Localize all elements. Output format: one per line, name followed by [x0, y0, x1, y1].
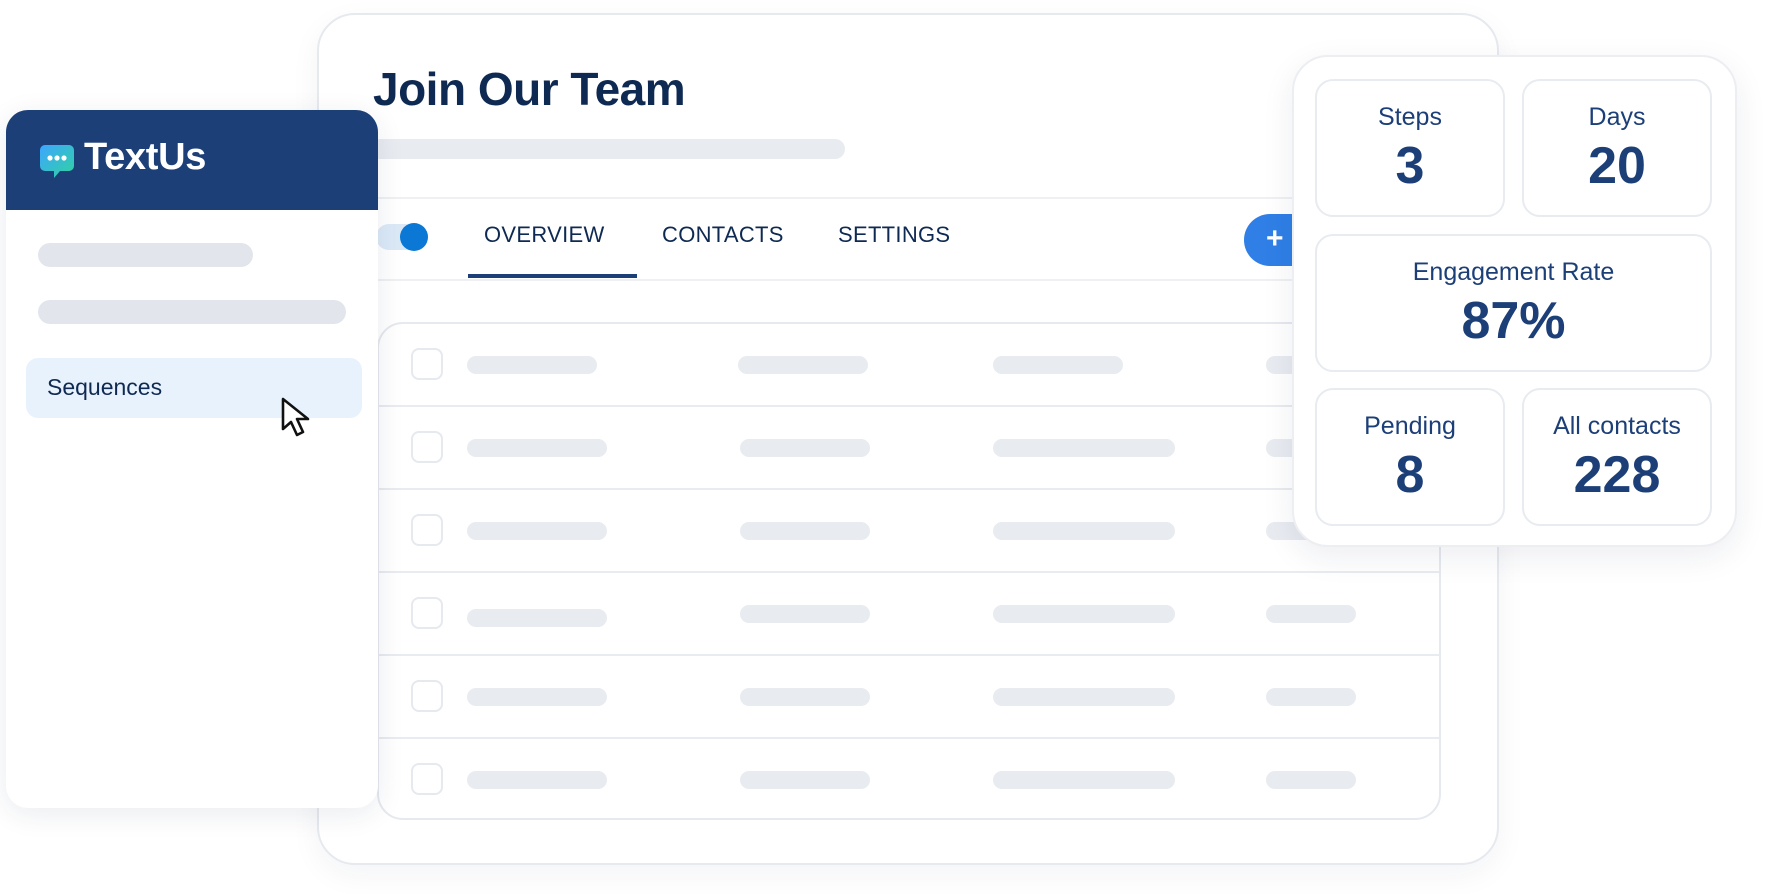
toggle-knob — [400, 223, 428, 251]
row-checkbox[interactable] — [411, 348, 443, 380]
cell-placeholder — [1266, 605, 1356, 623]
row-checkbox[interactable] — [411, 431, 443, 463]
cell-placeholder — [993, 522, 1175, 540]
stat-days: Days 20 — [1522, 79, 1712, 217]
sidebar-item-label: Sequences — [47, 374, 163, 400]
stat-label: Steps — [1378, 103, 1442, 131]
stat-label: Days — [1588, 103, 1646, 131]
cell-placeholder — [1266, 771, 1356, 789]
cell-placeholder — [467, 439, 607, 457]
cell-placeholder — [1266, 688, 1356, 706]
stat-value: 228 — [1573, 446, 1661, 504]
stats-panel: Steps 3 Days 20 Engagement Rate 87% Pend… — [1292, 55, 1737, 547]
table-row[interactable] — [379, 407, 1439, 490]
table-row[interactable] — [379, 739, 1439, 818]
tabs-divider — [377, 279, 1297, 281]
contacts-table — [377, 322, 1441, 820]
chat-bubble-icon — [40, 145, 74, 178]
stat-pending: Pending 8 — [1315, 388, 1505, 526]
stat-label: Engagement Rate — [1412, 258, 1615, 286]
stat-value: 8 — [1395, 446, 1425, 504]
mouse-pointer-icon — [281, 397, 310, 437]
cell-placeholder — [993, 356, 1123, 374]
tab-settings[interactable]: SETTINGS — [838, 222, 950, 248]
cell-placeholder — [740, 605, 870, 623]
nav-placeholder — [38, 300, 346, 324]
nav-placeholder — [38, 243, 253, 267]
table-row[interactable] — [379, 656, 1439, 739]
page-title: Join Our Team — [373, 63, 686, 115]
cell-placeholder — [740, 771, 870, 789]
cell-placeholder — [467, 609, 607, 627]
stat-all-contacts: All contacts 228 — [1522, 388, 1712, 526]
stat-value: 20 — [1588, 137, 1646, 195]
stat-engagement-rate: Engagement Rate 87% — [1315, 234, 1712, 372]
stat-value: 87% — [1461, 292, 1566, 350]
tabs-divider — [377, 197, 1297, 199]
table-row[interactable] — [379, 573, 1439, 656]
sidebar: TextUs Sequences — [6, 110, 378, 808]
stat-label: Pending — [1364, 412, 1456, 440]
row-checkbox[interactable] — [411, 680, 443, 712]
cell-placeholder — [993, 439, 1175, 457]
cell-placeholder — [740, 688, 870, 706]
cell-placeholder — [740, 522, 870, 540]
app-logo-text: TextUs — [84, 136, 207, 178]
status-toggle[interactable] — [376, 223, 428, 251]
cell-placeholder — [993, 688, 1175, 706]
tab-overview[interactable]: OVERVIEW — [468, 222, 637, 278]
stat-steps: Steps 3 — [1315, 79, 1505, 217]
table-row[interactable] — [379, 490, 1439, 573]
stat-label: All contacts — [1553, 412, 1681, 440]
tab-contacts[interactable]: CONTACTS — [662, 222, 784, 248]
cell-placeholder — [993, 605, 1175, 623]
cell-placeholder — [467, 688, 607, 706]
cell-placeholder — [993, 771, 1175, 789]
cell-placeholder — [467, 771, 607, 789]
subtitle-placeholder — [370, 139, 845, 159]
row-checkbox[interactable] — [411, 597, 443, 629]
cell-placeholder — [467, 522, 607, 540]
sidebar-header: TextUs — [6, 110, 378, 210]
cell-placeholder — [738, 356, 868, 374]
row-checkbox[interactable] — [411, 514, 443, 546]
cell-placeholder — [467, 356, 597, 374]
cell-placeholder — [740, 439, 870, 457]
table-row[interactable] — [379, 324, 1439, 407]
row-checkbox[interactable] — [411, 763, 443, 795]
stat-value: 3 — [1395, 137, 1425, 195]
